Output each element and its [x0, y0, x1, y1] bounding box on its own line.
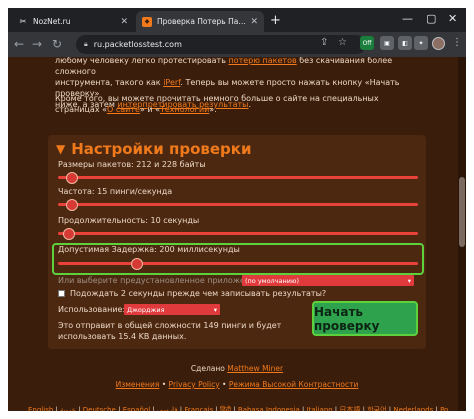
- more-info-text: Кроме того, вы можете прочитать немного …: [55, 94, 379, 114]
- packetloss-icon: ◆: [142, 16, 152, 27]
- summary-line-1: Это отправит в общей сложности 149 пинги…: [58, 321, 282, 330]
- duration-slider[interactable]: [58, 232, 418, 235]
- high-contrast-link[interactable]: Режима Высокой Контрастности: [229, 380, 358, 389]
- server-select-value: Джорджия: [127, 305, 165, 314]
- wait-checkbox[interactable]: [58, 290, 65, 297]
- tab-packetloss[interactable]: ◆ Проверка Потерь Пакетов – Пр ✕: [136, 11, 264, 32]
- language-link[interactable]: English: [28, 406, 53, 411]
- language-link[interactable]: 日本語: [339, 406, 360, 411]
- technology-link[interactable]: Технологии: [160, 105, 209, 114]
- footer-links: Изменения • Privacy Policy • Режима Высо…: [115, 380, 359, 389]
- language-separator: |: [115, 406, 123, 411]
- scissors-icon: ✂: [19, 17, 27, 26]
- tab-title: Проверка Потерь Пакетов – Пр: [157, 17, 246, 26]
- page-viewport: любому человеку легко протестировать пот…: [8, 57, 466, 411]
- language-link[interactable]: Bahasa Indonesia: [238, 406, 300, 411]
- extension-puzzle-icon[interactable]: ▣: [380, 36, 394, 50]
- tab-strip: ✂ NozNet.ru ✕ ◆ Проверка Потерь Пакетов …: [8, 8, 466, 32]
- latency-slider[interactable]: [58, 262, 418, 265]
- language-separator: |: [75, 406, 83, 411]
- language-link[interactable]: Polski: [440, 406, 448, 411]
- preset-select-value: (по умолчанию): [245, 276, 300, 285]
- language-link[interactable]: Español: [123, 406, 150, 411]
- browser-window: ✂ NozNet.ru ✕ ◆ Проверка Потерь Пакетов …: [8, 8, 466, 411]
- frequency-label: Частота: 15 пинги/секунда: [58, 187, 173, 196]
- duration-slider-thumb[interactable]: [62, 228, 75, 240]
- language-separator: |: [213, 406, 221, 411]
- menu-dots-icon[interactable]: ⋮: [452, 37, 462, 48]
- language-list: English | عربية | Deutsche | Español | ف…: [28, 405, 448, 411]
- forward-icon[interactable]: →: [32, 37, 42, 51]
- new-tab-icon[interactable]: +: [270, 13, 281, 28]
- author-link[interactable]: Matthew Miner: [227, 364, 283, 373]
- share-icon[interactable]: ⇪: [320, 37, 328, 48]
- changes-link[interactable]: Изменения: [116, 380, 160, 389]
- server-label: Использование:: [58, 305, 126, 314]
- iperf-link[interactable]: iPerf: [163, 78, 180, 87]
- lock-icon: 🔒︎: [84, 40, 88, 48]
- extensions-menu-icon[interactable]: ✦: [414, 36, 428, 50]
- back-icon[interactable]: ←: [14, 37, 24, 51]
- language-link[interactable]: عربية: [60, 406, 76, 411]
- server-select[interactable]: Джорджия ▾: [124, 304, 220, 315]
- language-separator: |: [150, 406, 157, 411]
- chevron-down-icon: ▾: [407, 276, 411, 285]
- bookmark-star-icon[interactable]: ☆: [338, 37, 347, 48]
- close-tab-icon[interactable]: ✕: [250, 17, 258, 27]
- extension-icon[interactable]: Off: [360, 36, 374, 50]
- language-link[interactable]: Français: [184, 406, 213, 411]
- collapse-triangle-icon[interactable]: ▼: [56, 142, 65, 156]
- language-link[interactable]: Italiano: [307, 406, 333, 411]
- about-link[interactable]: О сайте: [107, 105, 140, 114]
- browser-toolbar: ← → ↻ 🔒︎ ru.packetlosstest.com ⇪ ☆ Off ▣…: [8, 32, 466, 57]
- summary-line-2: использовать 15.4 KB данных.: [58, 332, 187, 341]
- start-test-button[interactable]: Начать проверку: [312, 301, 418, 336]
- reload-icon[interactable]: ↻: [52, 37, 62, 51]
- language-link[interactable]: 한국어: [367, 406, 386, 411]
- wait-label: Подождать 2 секунды прежде чем записыват…: [70, 289, 327, 298]
- packet-size-slider[interactable]: [58, 176, 418, 179]
- extension-icon-2[interactable]: ◧: [398, 36, 412, 50]
- duration-label: Продолжительность: 10 секунды: [58, 216, 200, 225]
- profile-avatar[interactable]: [432, 37, 445, 50]
- close-tab-icon[interactable]: ✕: [120, 17, 128, 27]
- chevron-down-icon: ▾: [213, 305, 217, 314]
- settings-title[interactable]: ▼ Настройки проверки: [56, 140, 251, 158]
- language-link[interactable]: Deutsche: [83, 406, 116, 411]
- language-link[interactable]: فارسی: [157, 406, 178, 411]
- language-separator: |: [231, 406, 238, 411]
- scrollbar-thumb[interactable]: [459, 177, 465, 247]
- packet-loss-link[interactable]: потерю пакетов: [228, 57, 296, 65]
- url-text: ru.packetlosstest.com: [93, 40, 182, 49]
- tab-title: NozNet.ru: [33, 17, 71, 26]
- language-link[interactable]: हिंदी: [220, 406, 231, 411]
- latency-label: Допустимая Задержка: 200 миллисекунды: [58, 245, 240, 254]
- privacy-policy-link[interactable]: Privacy Policy: [169, 380, 220, 389]
- language-separator: |: [299, 406, 307, 411]
- preset-select[interactable]: (по умолчанию) ▾: [242, 275, 414, 286]
- minimize-icon[interactable]: —: [402, 12, 413, 25]
- tab-noznet[interactable]: ✂ NozNet.ru ✕: [12, 11, 134, 32]
- frequency-slider[interactable]: [58, 203, 418, 206]
- made-by-text: Сделано Matthew Miner: [190, 364, 284, 373]
- packet-size-label: Размеры пакетов: 212 и 228 байты: [58, 160, 206, 169]
- maximize-icon[interactable]: ▢: [426, 12, 436, 25]
- language-link[interactable]: Nederlands: [393, 406, 433, 411]
- preset-label: Или выберите предустановленное приложени…: [58, 276, 263, 285]
- close-window-icon[interactable]: ✕: [448, 12, 457, 25]
